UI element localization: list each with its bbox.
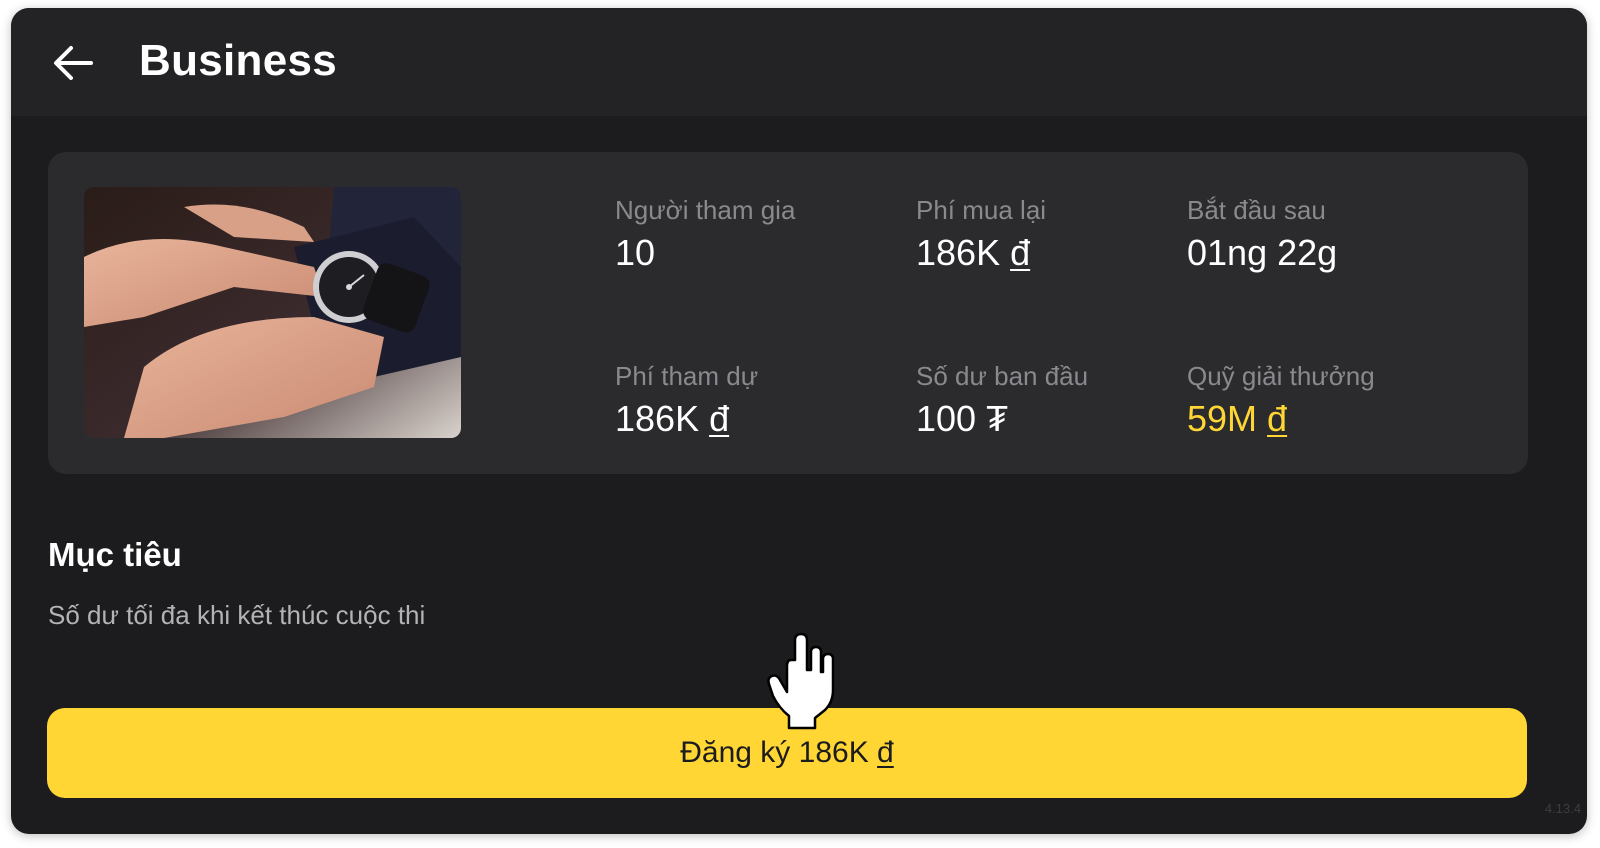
- stat-participants: Người tham gia 10: [615, 195, 795, 274]
- starts-in-value: 01ng 22g: [1187, 232, 1338, 273]
- stat-label: Bắt đầu sau: [1187, 195, 1326, 225]
- stat-value: 100 ₮: [916, 398, 1088, 440]
- stat-initial-balance: Số dư ban đầu 100 ₮: [916, 361, 1088, 440]
- prize-pool-value: 59M: [1187, 398, 1258, 439]
- register-button[interactable]: Đăng ký 186K đ: [47, 708, 1527, 798]
- stat-starts-in: Bắt đầu sau 01ng 22g: [1187, 195, 1337, 274]
- initial-balance-value: 100: [916, 398, 977, 439]
- stat-value: 186K đ: [615, 398, 758, 440]
- stat-label: Người tham gia: [615, 195, 796, 225]
- tournament-image: [84, 187, 461, 438]
- stat-label: Phí tham dự: [615, 361, 759, 391]
- stat-label: Quỹ giải thưởng: [1187, 361, 1375, 391]
- currency-symbol: ₮: [986, 398, 1009, 439]
- currency-symbol: đ: [1010, 232, 1031, 273]
- currency-symbol: đ: [877, 736, 894, 769]
- version-label: 4.13.4: [1544, 801, 1581, 816]
- stat-label: Phí mua lại: [916, 195, 1047, 225]
- stat-value: 186K đ: [916, 232, 1046, 274]
- arrow-left-icon: [49, 38, 99, 88]
- app-window: Business Người tham gia 10 Phí mua lại 1…: [11, 8, 1587, 834]
- stat-value: 10: [615, 232, 795, 274]
- top-bar: Business: [11, 8, 1587, 116]
- currency-symbol: đ: [709, 398, 730, 439]
- stat-label: Số dư ban đầu: [916, 361, 1089, 391]
- stat-prize-pool: Quỹ giải thưởng 59M đ: [1187, 361, 1375, 440]
- currency-symbol: đ: [1267, 398, 1288, 439]
- stat-rebuy-fee: Phí mua lại 186K đ: [916, 195, 1046, 274]
- goal-description: Số dư tối đa khi kết thúc cuộc thi: [48, 600, 426, 630]
- register-button-label: Đăng ký 186K: [680, 736, 869, 769]
- back-button[interactable]: [49, 38, 99, 88]
- tournament-card: Người tham gia 10 Phí mua lại 186K đ Bắt…: [48, 152, 1528, 474]
- rebuy-fee-value: 186K: [916, 232, 1001, 273]
- goal-title: Mục tiêu: [48, 536, 182, 573]
- stat-entry-fee: Phí tham dự 186K đ: [615, 361, 758, 440]
- stat-value: 01ng 22g: [1187, 232, 1337, 274]
- entry-fee-value: 186K: [615, 398, 700, 439]
- page-title: Business: [139, 36, 338, 85]
- stat-value: 59M đ: [1187, 398, 1375, 440]
- participants-value: 10: [615, 232, 656, 273]
